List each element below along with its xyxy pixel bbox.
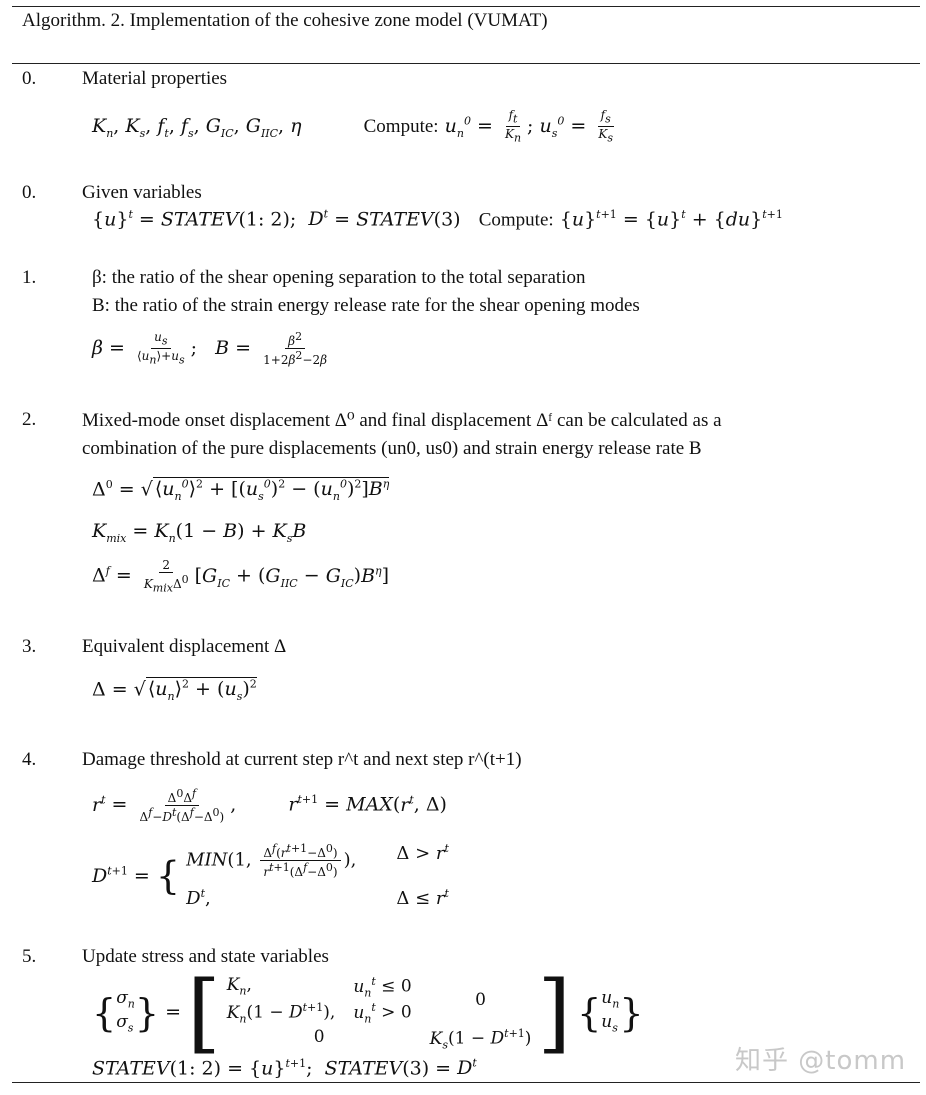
step-number: 5. <box>22 946 37 967</box>
algorithm-title: Algorithm. 2. Implementation of the cohe… <box>22 10 548 31</box>
compute-label: Compute: <box>363 115 439 137</box>
left-brace: { <box>155 853 181 898</box>
watermark: 知乎 @tomm <box>735 1046 907 1076</box>
equivalent-displacement-equation: Δ = √ ⟨un⟩2 + (us)2 <box>92 677 257 704</box>
compute-label: Compute: <box>478 209 554 231</box>
given-variables-equation: {u}t = STATEV(1: 2); Dt = STATEV(3) Comp… <box>92 208 783 231</box>
header-rule <box>12 63 920 64</box>
step-heading: Damage threshold at current step r^t and… <box>82 749 522 770</box>
damage-condition-2: Δ ≤ rt <box>396 887 449 909</box>
step-number: 3. <box>22 636 37 657</box>
step-heading: Equivalent displacement Δ <box>82 636 287 657</box>
material-props-equation: Kn, Ks, ft, fs, GIC, GIIC, η Compute: un… <box>92 108 614 145</box>
step-number: 1. <box>22 267 37 288</box>
stress-update-equation: {σn σs} = [ Kn, unt ≤ 00 Kn(1 − Dt+1), unt … <box>92 963 644 1063</box>
beta-b-equation: β = us ⟨un⟩+us; B = β2 1+2β2−2β <box>92 330 328 368</box>
damage-condition-1: Δ > rt <box>396 842 449 864</box>
b-description: B: the ratio of the strain energy releas… <box>92 295 640 316</box>
bottom-rule <box>12 1082 920 1083</box>
step-number: 0. <box>22 182 37 203</box>
damage-equation: Dt+1 = { MIN(1, Δf(rt+1−Δ0) rt+1(Δf−Δ0)),… <box>92 842 449 909</box>
damage-case-1: MIN(1, Δf(rt+1−Δ0) rt+1(Δf−Δ0)), <box>186 842 357 879</box>
step-number: 2. <box>22 409 37 430</box>
rt-equation: rt = Δ0Δf Δf−Dt(Δf−Δ0), rt+1 = MAX(rt, Δ) <box>92 787 447 824</box>
step-text-line: Mixed-mode onset displacement Δ⁰ and fin… <box>82 410 722 431</box>
kmix-equation: Kmix = Kn(1 − B) + KsB <box>92 520 307 545</box>
delta0-equation: Δ0 = √ ⟨un0⟩2 + [(us0)2 − (un0)2]Bη <box>92 477 390 504</box>
step-text-line: combination of the pure displacements (u… <box>82 438 702 459</box>
step-number: 4. <box>22 749 37 770</box>
step-heading: Material properties <box>82 68 228 89</box>
damage-case-2: Dt, <box>186 887 211 909</box>
top-rule <box>12 6 920 7</box>
statev-update-equation: STATEV(1: 2) = {u}t+1; STATEV(3) = Dt <box>92 1057 477 1080</box>
deltaf-equation: Δf = 2 KmixΔ0 [GIC + (GIIC − GIC)Bη] <box>92 558 390 595</box>
step-heading: Given variables <box>82 182 202 203</box>
beta-description: β: the ratio of the shear opening separa… <box>92 267 586 288</box>
step-number: 0. <box>22 68 37 89</box>
